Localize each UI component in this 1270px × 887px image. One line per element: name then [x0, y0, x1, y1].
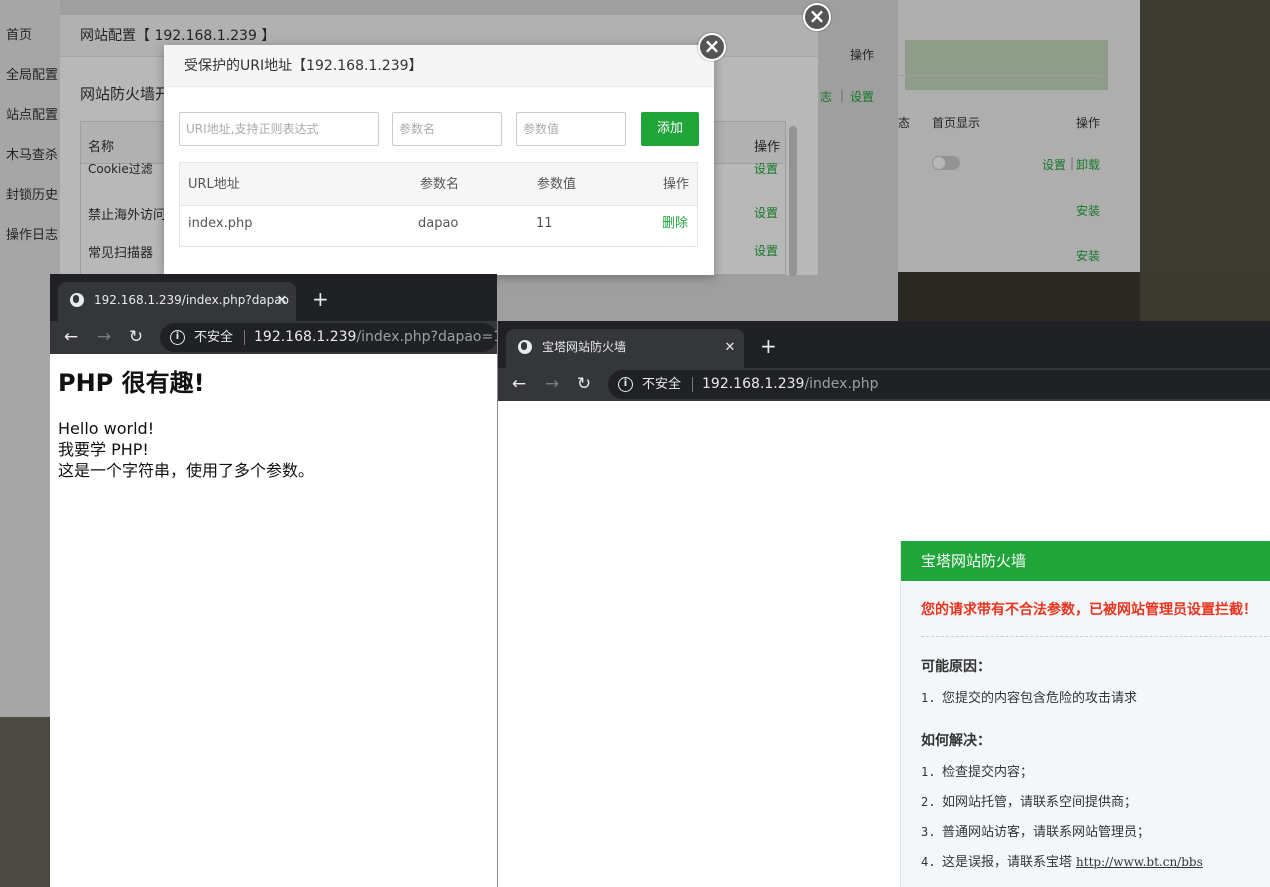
reasons-title: 可能原因：: [921, 659, 991, 675]
close-tab-icon[interactable]: ✕: [274, 282, 290, 319]
block-panel-header: 宝塔网站防火墙: [901, 541, 1270, 581]
insecure-label: 不安全: [194, 330, 234, 345]
col-param-name: 参数名: [420, 177, 460, 192]
add-button[interactable]: 添加: [641, 112, 699, 146]
url-text: 192.168.1.239/index.php?dapao=11: [254, 329, 512, 345]
uri-input[interactable]: URI地址,支持正则表达式: [179, 112, 379, 146]
close-icon[interactable]: ×: [803, 3, 831, 31]
block-warning: 您的请求带有不合法参数，已被网站管理员设置拦截！: [921, 602, 1257, 618]
browser-window-2: 宝塔网站防火墙 ✕ + ← → ↻ i 不安全 192.168.1.239/in…: [497, 321, 1270, 887]
page-content: 宝塔网站防火墙 您的请求带有不合法参数，已被网站管理员设置拦截！ 可能原因： 1…: [498, 401, 1270, 887]
solution-item: 2. 如网站托管，请联系空间提供商；: [921, 795, 1138, 810]
col-url: URL地址: [188, 177, 240, 192]
browser-tab[interactable]: 192.168.1.239/index.php?dapao ✕: [58, 282, 296, 321]
param-name-input[interactable]: 参数名: [392, 112, 502, 146]
tab-strip: 192.168.1.239/index.php?dapao ✕ +: [50, 274, 497, 321]
row-param-name: dapao: [418, 216, 459, 231]
close-icon[interactable]: ×: [698, 33, 726, 61]
info-icon[interactable]: i: [618, 377, 633, 392]
firewall-block-panel: 宝塔网站防火墙 您的请求带有不合法参数，已被网站管理员设置拦截！ 可能原因： 1…: [900, 541, 1270, 887]
forward-icon[interactable]: →: [541, 372, 563, 396]
delete-link[interactable]: 删除: [662, 206, 688, 242]
bt-forum-link[interactable]: http://www.bt.cn/bbs: [1076, 855, 1203, 869]
url-text: 192.168.1.239/index.php: [702, 376, 879, 392]
tab-title: 宝塔网站防火墙: [542, 340, 627, 354]
protected-uri-dialog: 受保护的URI地址【192.168.1.239】 URI地址,支持正则表达式 参…: [164, 45, 714, 275]
desktop-background: [1140, 0, 1270, 272]
reload-icon[interactable]: ↻: [125, 325, 147, 349]
browser-toolbar: ← → ↻ i 不安全 192.168.1.239/index.php: [498, 368, 1270, 401]
tab-strip: 宝塔网站防火墙 ✕ +: [498, 321, 1270, 368]
browser-tab[interactable]: 宝塔网站防火墙 ✕: [506, 329, 744, 368]
back-icon[interactable]: ←: [60, 325, 82, 349]
solution-item: 1. 检查提交内容；: [921, 765, 1034, 780]
insecure-label: 不安全: [642, 377, 682, 392]
address-bar[interactable]: i 不安全 192.168.1.239/index.php?dapao=11: [160, 323, 511, 352]
protected-uri-table: URL地址 参数名 参数值 操作 index.php dapao 11 删除: [179, 162, 698, 247]
table-header: URL地址 参数名 参数值 操作: [180, 163, 697, 206]
divider: [921, 636, 1270, 637]
browser-toolbar: ← → ↻ i 不安全 192.168.1.239/index.php?dapa…: [50, 321, 511, 354]
col-param-value: 参数值: [537, 177, 577, 192]
solution-item: 3. 普通网站访客，请联系网站管理员；: [921, 825, 1151, 840]
browser-window-1: 192.168.1.239/index.php?dapao ✕ + ← → ↻ …: [50, 274, 511, 887]
globe-icon: [518, 340, 532, 354]
new-tab-icon[interactable]: +: [760, 333, 777, 359]
col-action: 操作: [663, 177, 690, 192]
forward-icon[interactable]: →: [93, 325, 115, 349]
page-line: 我要学 PHP!: [58, 440, 149, 459]
globe-icon: [70, 293, 84, 307]
solution-item: 4. 这是误报，请联系宝塔 http://www.bt.cn/bbs: [921, 855, 1203, 870]
page-heading: PHP 很有趣!: [58, 369, 205, 397]
reason-item: 1. 您提交的内容包含危险的攻击请求: [921, 691, 1138, 706]
info-icon[interactable]: i: [170, 330, 185, 345]
address-bar[interactable]: i 不安全 192.168.1.239/index.php: [608, 370, 1270, 399]
back-icon[interactable]: ←: [508, 372, 530, 396]
page-line: Hello world!: [58, 419, 155, 438]
page-content: PHP 很有趣! Hello world! 我要学 PHP! 这是一个字符串，使…: [50, 354, 497, 887]
close-tab-icon[interactable]: ✕: [722, 329, 738, 366]
row-param-value: 11: [536, 216, 553, 231]
reload-icon[interactable]: ↻: [573, 372, 595, 396]
new-tab-icon[interactable]: +: [312, 286, 329, 312]
protected-uri-dialog-title: 受保护的URI地址【192.168.1.239】: [164, 45, 714, 87]
row-url: index.php: [188, 216, 253, 231]
solutions-title: 如何解决：: [921, 733, 991, 749]
param-value-input[interactable]: 参数值: [516, 112, 626, 146]
page-line: 这是一个字符串，使用了多个参数。: [58, 461, 315, 480]
tab-title: 192.168.1.239/index.php?dapao: [94, 293, 289, 307]
table-row: index.php dapao 11 删除: [180, 206, 697, 246]
